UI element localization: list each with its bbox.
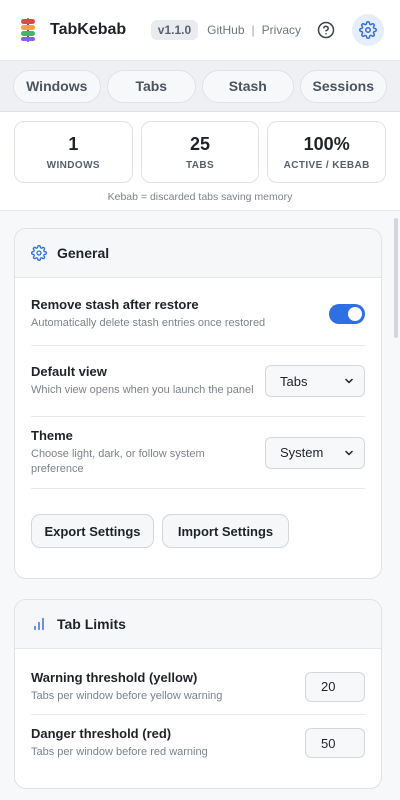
card-title: General — [57, 245, 110, 261]
card-body: Remove stash after restore Automatically… — [15, 278, 381, 573]
remove-stash-toggle[interactable] — [329, 303, 365, 324]
danger-threshold-input[interactable]: 50 — [305, 728, 365, 758]
header: TabKebab v1.1.0 GitHub | Privacy — [0, 0, 400, 61]
bar-chart-icon — [34, 617, 44, 631]
stat-value: 1 — [68, 133, 79, 154]
setting-title: Remove stash after restore — [31, 296, 199, 312]
stat-value: 100% — [303, 133, 350, 154]
tab-sessions[interactable]: Sessions — [299, 69, 388, 103]
export-settings-button[interactable]: Export Settings — [31, 514, 154, 548]
tab-limits-card: Tab Limits Warning threshold (yellow) Ta… — [14, 599, 382, 789]
help-button[interactable] — [315, 19, 337, 41]
general-card: General Remove stash after restore Autom… — [14, 228, 382, 579]
settings-button[interactable] — [352, 14, 384, 46]
stat-label: ACTIVE / KEBAB — [283, 159, 370, 171]
theme-select[interactable]: System — [265, 436, 365, 469]
setting-description: Tabs per window before yellow warning — [31, 689, 223, 702]
setting-description: Tabs per window before red warning — [31, 746, 208, 758]
version-badge: v1.1.0 — [150, 20, 199, 40]
scrollbar-thumb[interactable] — [394, 218, 398, 338]
help-circle-icon — [317, 21, 335, 39]
card-header: Tab Limits — [15, 600, 381, 649]
stat-active-kebab: 100% ACTIVE / KEBAB — [267, 121, 387, 183]
setting-theme: Theme Choose light, dark, or follow syst… — [31, 417, 365, 489]
setting-danger-threshold: Danger threshold (red) Tabs per window b… — [31, 715, 365, 771]
github-link[interactable]: GitHub — [207, 23, 244, 37]
setting-title: Theme — [31, 428, 73, 443]
setting-description: Choose light, dark, or follow system pre… — [31, 448, 205, 475]
gear-icon — [31, 245, 47, 261]
select-value: Tabs — [280, 373, 308, 389]
setting-default-view: Default view Which view opens when you l… — [31, 346, 365, 417]
setting-description: Automatically delete stash entries once … — [31, 316, 266, 329]
setting-warning-threshold: Warning threshold (yellow) Tabs per wind… — [31, 649, 365, 715]
setting-title: Danger threshold (red) — [31, 726, 172, 741]
stat-label: TABS — [185, 159, 215, 171]
default-view-select[interactable]: Tabs — [265, 365, 365, 397]
card-title: Tab Limits — [57, 616, 126, 632]
settings-content[interactable]: General Remove stash after restore Autom… — [0, 214, 400, 800]
stat-tabs: 25 TABS — [140, 121, 260, 183]
view-tabs: Windows Tabs Stash Sessions — [0, 61, 400, 112]
chevron-down-icon — [345, 378, 353, 384]
stat-label: WINDOWS — [46, 159, 101, 171]
stat-windows: 1 WINDOWS — [14, 121, 133, 183]
setting-title: Default view — [31, 364, 107, 379]
chevron-down-icon — [345, 450, 353, 455]
card-header: General — [15, 229, 381, 278]
select-value: System — [280, 445, 324, 460]
gear-icon — [359, 21, 377, 39]
settings-actions: Export Settings Import Settings — [31, 489, 365, 573]
stat-value: 25 — [189, 133, 211, 154]
app-root: TabKebab v1.1.0 GitHub | Privacy Windows… — [0, 0, 400, 800]
tab-stash[interactable]: Stash — [202, 69, 294, 103]
setting-remove-stash: Remove stash after restore Automatically… — [31, 278, 365, 346]
stats-bar: 1 WINDOWS 25 TABS 100% ACTIVE / KEBAB — [0, 112, 400, 183]
import-settings-button[interactable]: Import Settings — [162, 514, 289, 548]
privacy-link[interactable]: Privacy — [262, 23, 301, 37]
tab-windows[interactable]: Windows — [13, 69, 101, 103]
card-body: Warning threshold (yellow) Tabs per wind… — [15, 649, 381, 771]
kebab-note: Kebab = discarded tabs saving memory — [0, 183, 400, 211]
tab-tabs[interactable]: Tabs — [106, 69, 197, 103]
app-title: TabKebab — [50, 21, 127, 38]
setting-title: Warning threshold (yellow) — [31, 669, 198, 685]
warning-threshold-input[interactable]: 20 — [305, 671, 365, 702]
link-separator: | — [251, 23, 255, 37]
setting-description: Which view opens when you launch the pan… — [31, 384, 254, 396]
kebab-logo-icon — [18, 18, 38, 42]
